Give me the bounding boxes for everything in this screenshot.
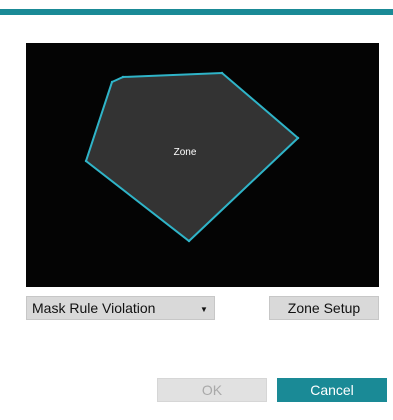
ok-button[interactable]: OK (157, 378, 267, 402)
cancel-button[interactable]: Cancel (277, 378, 387, 402)
title-accent-bar (0, 9, 393, 15)
zone-vertex-handle[interactable] (110, 80, 114, 84)
zone-dialog: Zone Mask Rule Violation ▼ Zone Setup OK… (0, 0, 393, 420)
zone-vertex-handle[interactable] (187, 239, 191, 243)
zone-vertex-handle[interactable] (121, 75, 125, 79)
rule-select[interactable]: Mask Rule Violation ▼ (26, 296, 215, 320)
rule-select-value: Mask Rule Violation (32, 300, 156, 316)
zone-vertex-handle[interactable] (84, 159, 88, 163)
chevron-down-icon: ▼ (200, 305, 208, 314)
zone-preview: Zone (26, 43, 379, 287)
zone-vertex-handle[interactable] (296, 136, 300, 140)
zone-canvas (84, 71, 300, 243)
zone-vertex-handle[interactable] (220, 71, 224, 75)
zone-setup-button[interactable]: Zone Setup (269, 296, 379, 320)
zone-label: Zone (173, 147, 197, 158)
